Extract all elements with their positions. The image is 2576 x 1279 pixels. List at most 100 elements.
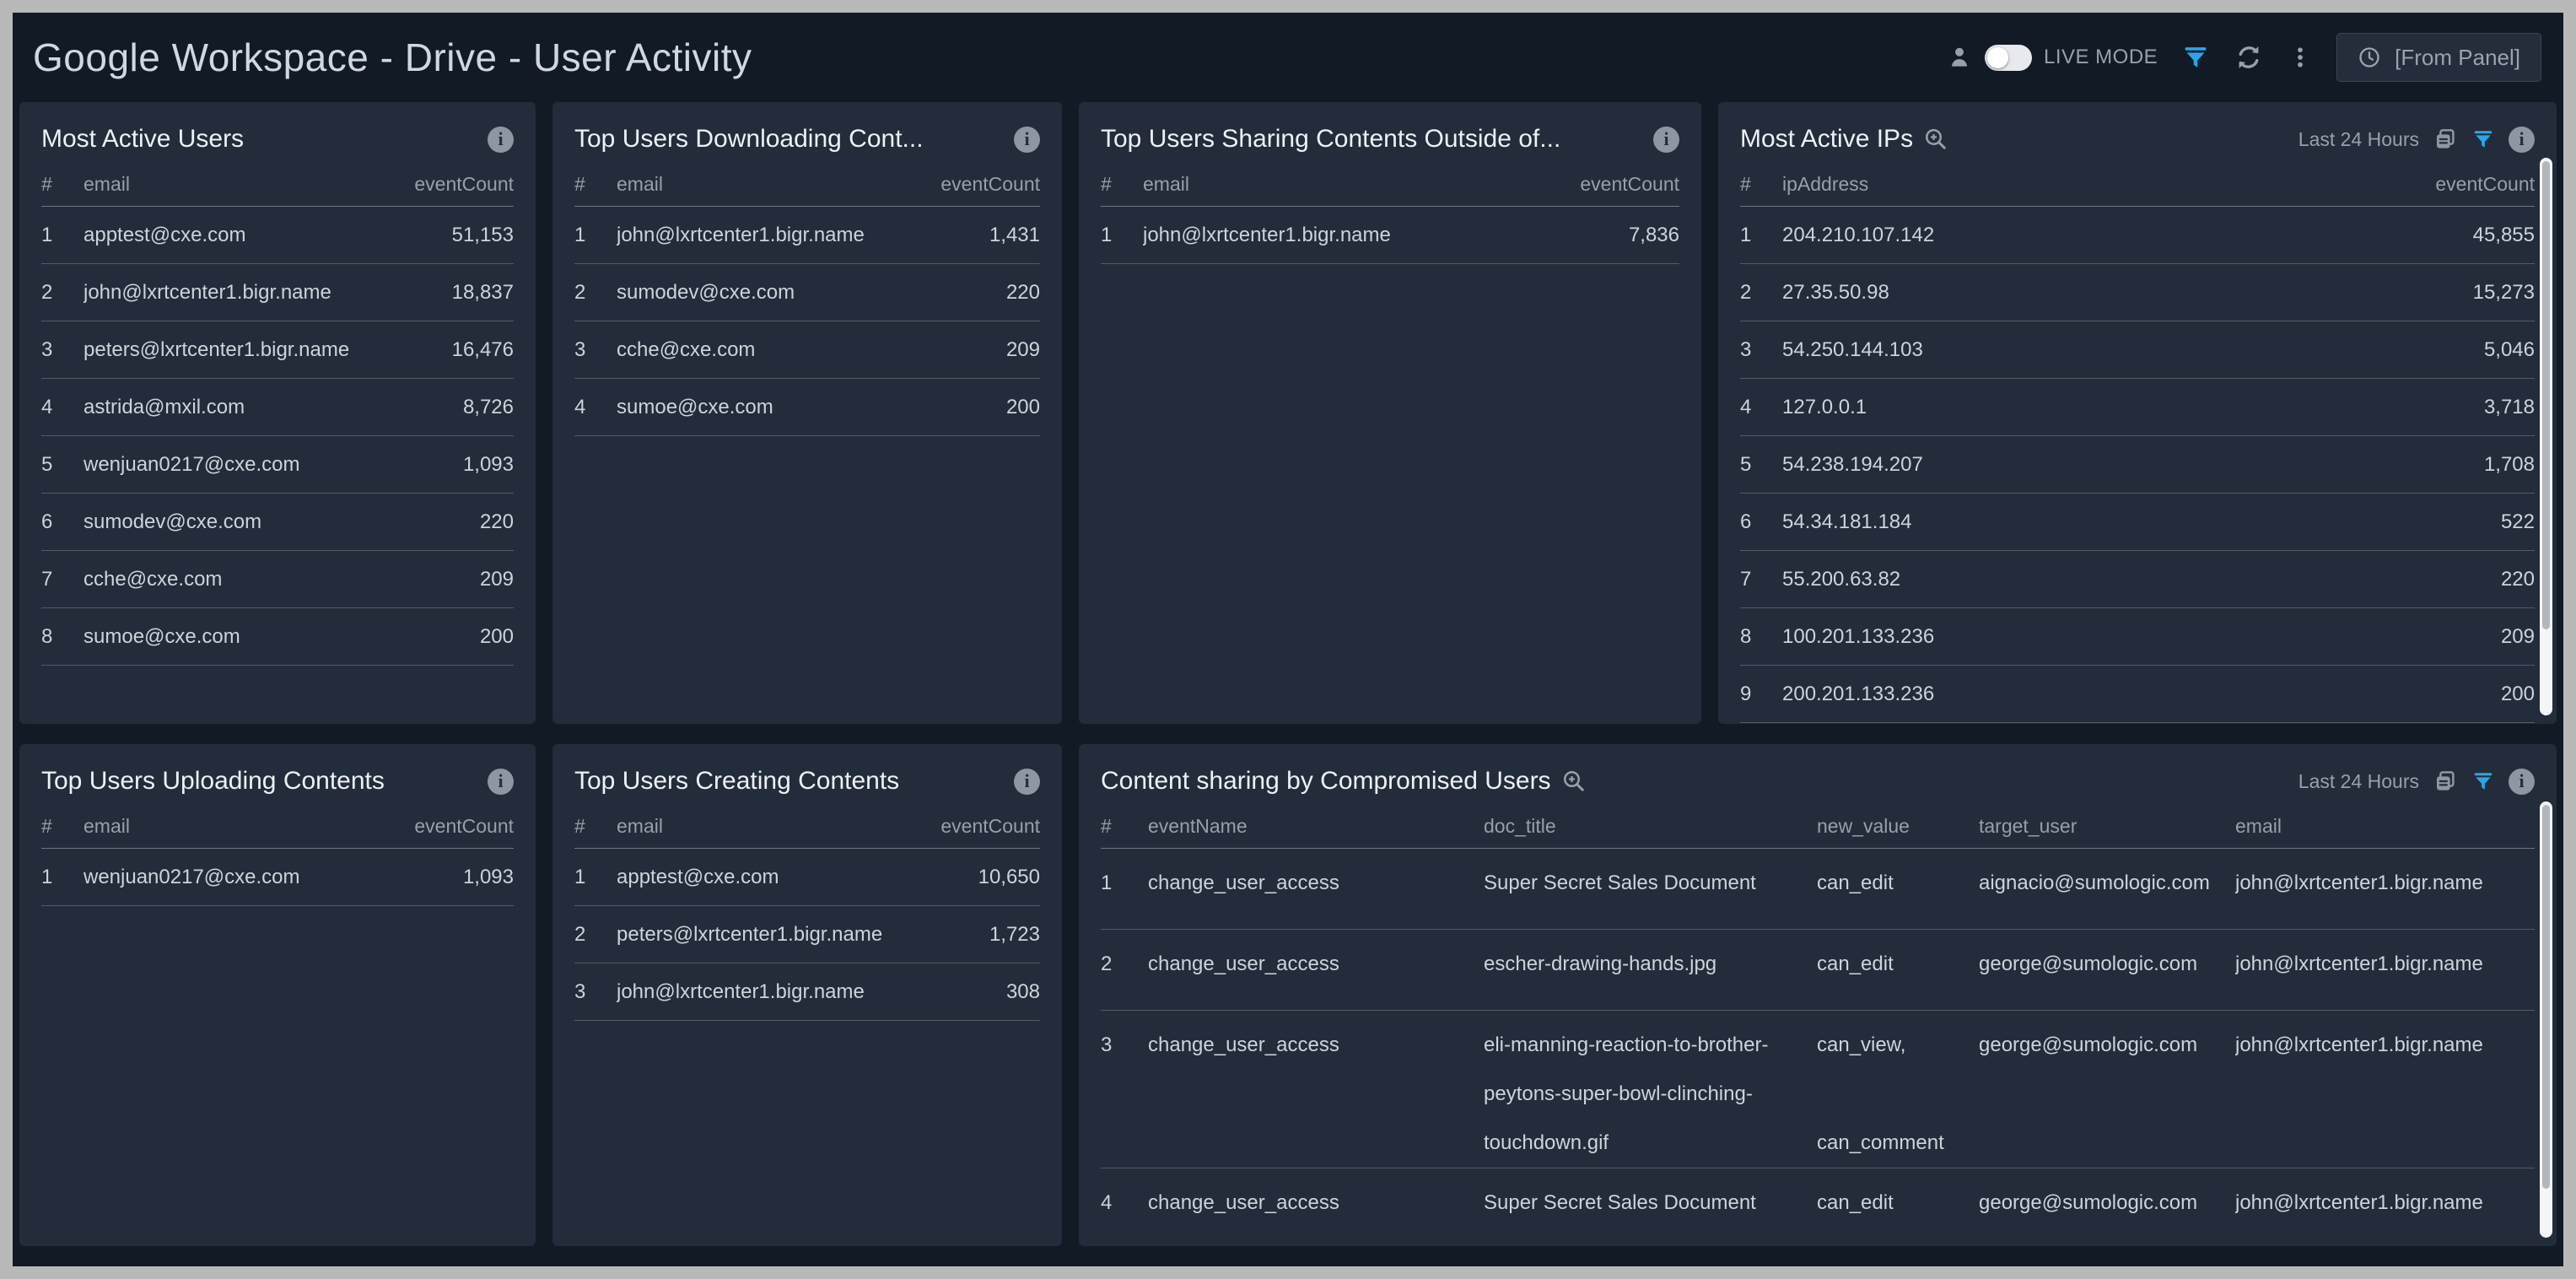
table-header-cell: eventName [1148,815,1484,838]
table-row[interactable]: 654.34.181.184522 [1740,494,2535,551]
table-cell: 15,273 [2408,281,2535,305]
table-row[interactable]: 9200.201.133.236200 [1740,666,2535,723]
copy-icon[interactable] [2433,769,2458,794]
table-row[interactable]: 2change_user_accessescher-drawing-hands.… [1101,930,2535,1011]
scrollbar-thumb[interactable] [2542,805,2550,1189]
table-row[interactable]: 1apptest@cxe.com10,650 [574,849,1040,906]
table-row[interactable]: 4127.0.0.13,718 [1740,379,2535,436]
table-header-cell: # [1740,173,1782,196]
table-row[interactable]: 7cche@cxe.com209 [41,551,514,608]
table-header-cell: email [84,815,387,838]
panel-header: Content sharing by Compromised Users Las… [1101,761,2535,801]
panel-title: Most Active Users [41,125,244,154]
table-row[interactable]: 3change_user_accesseli-manning-reaction-… [1101,1011,2535,1168]
time-range-selector[interactable]: [From Panel] [2336,33,2541,82]
table-cell: 1 [574,224,617,247]
table-cell: george@sumologic.com [1979,1179,2235,1228]
table-cell: 200 [913,396,1040,419]
panel-title: Content sharing by Compromised Users [1101,767,1551,796]
time-range-badge: Last 24 Hours [2298,128,2419,151]
table-header-cell: eventCount [387,173,514,196]
table-row[interactable]: 8100.201.133.236209 [1740,608,2535,666]
table-row[interactable]: 554.238.194.2071,708 [1740,436,2535,494]
table-row[interactable]: 354.250.144.1035,046 [1740,321,2535,379]
table-row[interactable]: 4astrida@mxil.com8,726 [41,379,514,436]
filter-icon[interactable] [2181,43,2210,72]
user-icon[interactable] [1946,44,1973,71]
table-cell: 45,855 [2408,224,2535,247]
live-mode-toggle[interactable] [1985,45,2032,71]
info-icon[interactable]: i [2509,769,2535,795]
table: #emaileventCount1john@lxrtcenter1.bigr.n… [574,163,1040,436]
table-row[interactable]: 1john@lxrtcenter1.bigr.name1,431 [574,207,1040,264]
refresh-icon[interactable] [2234,42,2264,73]
table-cell: 3 [1101,1021,1148,1070]
info-icon[interactable]: i [1014,127,1040,153]
table-cell: 9 [1740,683,1782,706]
zoom-in-icon[interactable] [1923,127,1948,152]
clock-icon [2358,46,2381,69]
table-row[interactable]: 1john@lxrtcenter1.bigr.name7,836 [1101,207,1679,264]
table-row[interactable]: 1wenjuan0217@cxe.com1,093 [41,849,514,906]
table-cell: aignacio@sumologic.com [1979,859,2235,908]
copy-icon[interactable] [2433,127,2458,152]
table-cell: 3 [574,338,617,362]
table-cell: 3 [41,338,84,362]
info-icon[interactable]: i [2509,127,2535,153]
info-icon[interactable]: i [488,769,514,795]
table-row[interactable]: 1apptest@cxe.com51,153 [41,207,514,264]
table-row[interactable]: 4change_user_accessSuper Secret Sales Do… [1101,1168,2535,1246]
table-row[interactable]: 2sumodev@cxe.com220 [574,264,1040,321]
table-row[interactable]: 5wenjuan0217@cxe.com1,093 [41,436,514,494]
info-icon[interactable]: i [1653,127,1679,153]
table-cell: 7 [41,568,84,591]
table-header-cell: eventCount [913,173,1040,196]
filter-icon[interactable] [2471,769,2495,793]
table-row[interactable]: 1change_user_accessSuper Secret Sales Do… [1101,849,2535,930]
table-row[interactable]: 227.35.50.9815,273 [1740,264,2535,321]
panel-most-active-users: Most Active Users i #emaileventCount1app… [19,102,536,724]
table-row[interactable]: 6sumodev@cxe.com220 [41,494,514,551]
scrollbar-thumb[interactable] [2542,161,2550,629]
table-cell: eli-manning-reaction-to-brother-peytons-… [1484,1021,1817,1168]
table-row[interactable]: 8sumoe@cxe.com200 [41,608,514,666]
table-cell: 54.238.194.207 [1782,453,2408,477]
table-cell: 5 [41,453,84,477]
zoom-in-icon[interactable] [1561,769,1587,794]
table-row[interactable]: 1204.210.107.14245,855 [1740,207,2535,264]
scrollbar[interactable] [2540,801,2552,1238]
table: #emaileventCount1wenjuan0217@cxe.com1,09… [41,805,514,906]
table-row[interactable]: 3peters@lxrtcenter1.bigr.name16,476 [41,321,514,379]
info-icon[interactable]: i [1014,769,1040,795]
table: #emaileventCount1apptest@cxe.com10,6502p… [574,805,1040,1021]
table-row[interactable]: 3cche@cxe.com209 [574,321,1040,379]
dashboard-title: Google Workspace - Drive - User Activity [33,35,752,80]
table-cell: 209 [913,338,1040,362]
table-cell: 2 [1101,940,1148,989]
more-menu-icon[interactable] [2288,43,2313,72]
filter-icon[interactable] [2471,127,2495,151]
table-cell: astrida@mxil.com [84,396,387,419]
table-cell: 5 [1740,453,1782,477]
table-cell: change_user_access [1148,1179,1484,1228]
table-row[interactable]: 4sumoe@cxe.com200 [574,379,1040,436]
table-cell: peters@lxrtcenter1.bigr.name [84,338,387,362]
info-icon[interactable]: i [488,127,514,153]
panel-top-users-downloading: Top Users Downloading Cont... i #emailev… [552,102,1062,724]
table-cell: john@lxrtcenter1.bigr.name [84,281,387,305]
table-cell: 2 [574,281,617,305]
table-cell: 8,726 [387,396,514,419]
table-row[interactable]: 755.200.63.82220 [1740,551,2535,608]
table-row[interactable]: 3john@lxrtcenter1.bigr.name308 [574,963,1040,1021]
table-cell: john@lxrtcenter1.bigr.name [1143,224,1553,247]
scrollbar[interactable] [2540,158,2552,715]
table-cell: Super Secret Sales Document [1484,1179,1817,1228]
table-row[interactable]: 2peters@lxrtcenter1.bigr.name1,723 [574,906,1040,963]
panel-tools: Last 24 Hours i [2298,769,2535,795]
panel-most-active-ips: Most Active IPs Last 24 Hours i #ip [1718,102,2557,724]
table-cell: 1 [41,224,84,247]
table-row[interactable]: 2john@lxrtcenter1.bigr.name18,837 [41,264,514,321]
table-cell: can_view, can_comment [1817,1021,1979,1168]
table-cell: 308 [913,980,1040,1004]
table-cell: change_user_access [1148,859,1484,908]
